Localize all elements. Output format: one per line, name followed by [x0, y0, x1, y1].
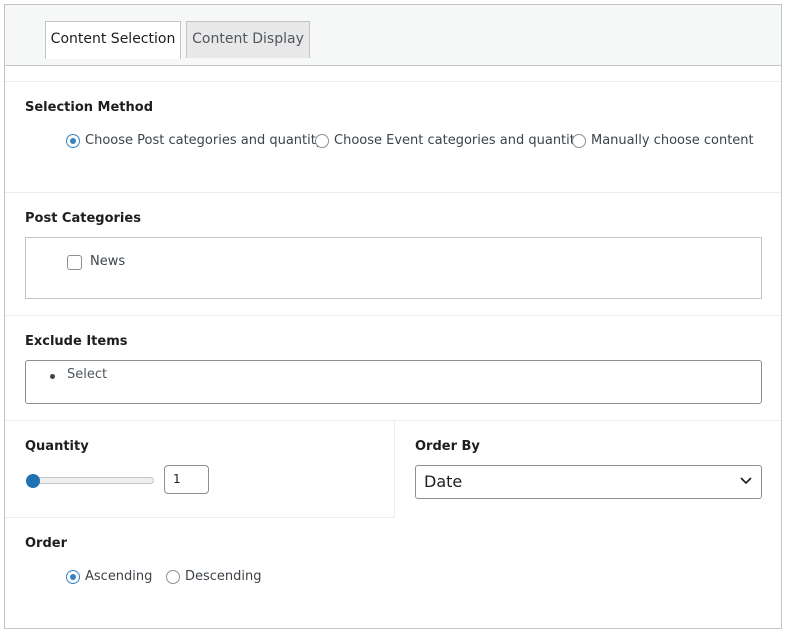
bullet-icon [50, 374, 55, 379]
block-settings-panel: Content Selection Content Display Select… [4, 4, 782, 629]
order-by-title: Order By [415, 439, 480, 454]
radio-ascending-label[interactable]: Ascending [85, 569, 152, 584]
radio-event-categories[interactable] [315, 134, 329, 148]
divider [5, 420, 781, 421]
selection-method-title: Selection Method [25, 100, 154, 115]
tab-bar: Content Selection Content Display [5, 5, 781, 66]
quantity-input[interactable]: 1 [164, 465, 209, 494]
radio-descending[interactable] [166, 570, 180, 584]
tab-content-display[interactable]: Content Display [186, 21, 310, 58]
category-news-checkbox[interactable] [67, 255, 82, 270]
radio-post-categories[interactable] [66, 134, 80, 148]
divider [5, 315, 781, 316]
exclude-items-placeholder: Select [67, 367, 108, 382]
order-by-selected-value: Date [424, 472, 463, 491]
post-categories-title: Post Categories [25, 211, 141, 226]
radio-ascending[interactable] [66, 570, 80, 584]
tab-content-selection[interactable]: Content Selection [45, 21, 181, 59]
category-news-label[interactable]: News [90, 254, 125, 269]
chevron-down-icon [740, 477, 752, 485]
order-title: Order [25, 536, 67, 551]
radio-manual-content-label[interactable]: Manually choose content [591, 133, 754, 148]
column-divider [394, 420, 395, 517]
radio-descending-label[interactable]: Descending [185, 569, 262, 584]
quantity-title: Quantity [25, 439, 89, 454]
divider [5, 81, 781, 82]
divider [5, 192, 781, 193]
radio-manual-content[interactable] [572, 134, 586, 148]
post-categories-list: News [25, 237, 762, 299]
radio-post-categories-label[interactable]: Choose Post categories and quantity [85, 133, 324, 148]
exclude-items-title: Exclude Items [25, 334, 128, 349]
divider [5, 517, 395, 518]
quantity-slider-track[interactable] [27, 477, 154, 484]
quantity-slider-thumb[interactable] [26, 474, 40, 488]
order-by-select[interactable]: Date [415, 465, 762, 499]
exclude-items-select[interactable]: Select [25, 360, 762, 404]
radio-event-categories-label[interactable]: Choose Event categories and quantity [334, 133, 583, 148]
